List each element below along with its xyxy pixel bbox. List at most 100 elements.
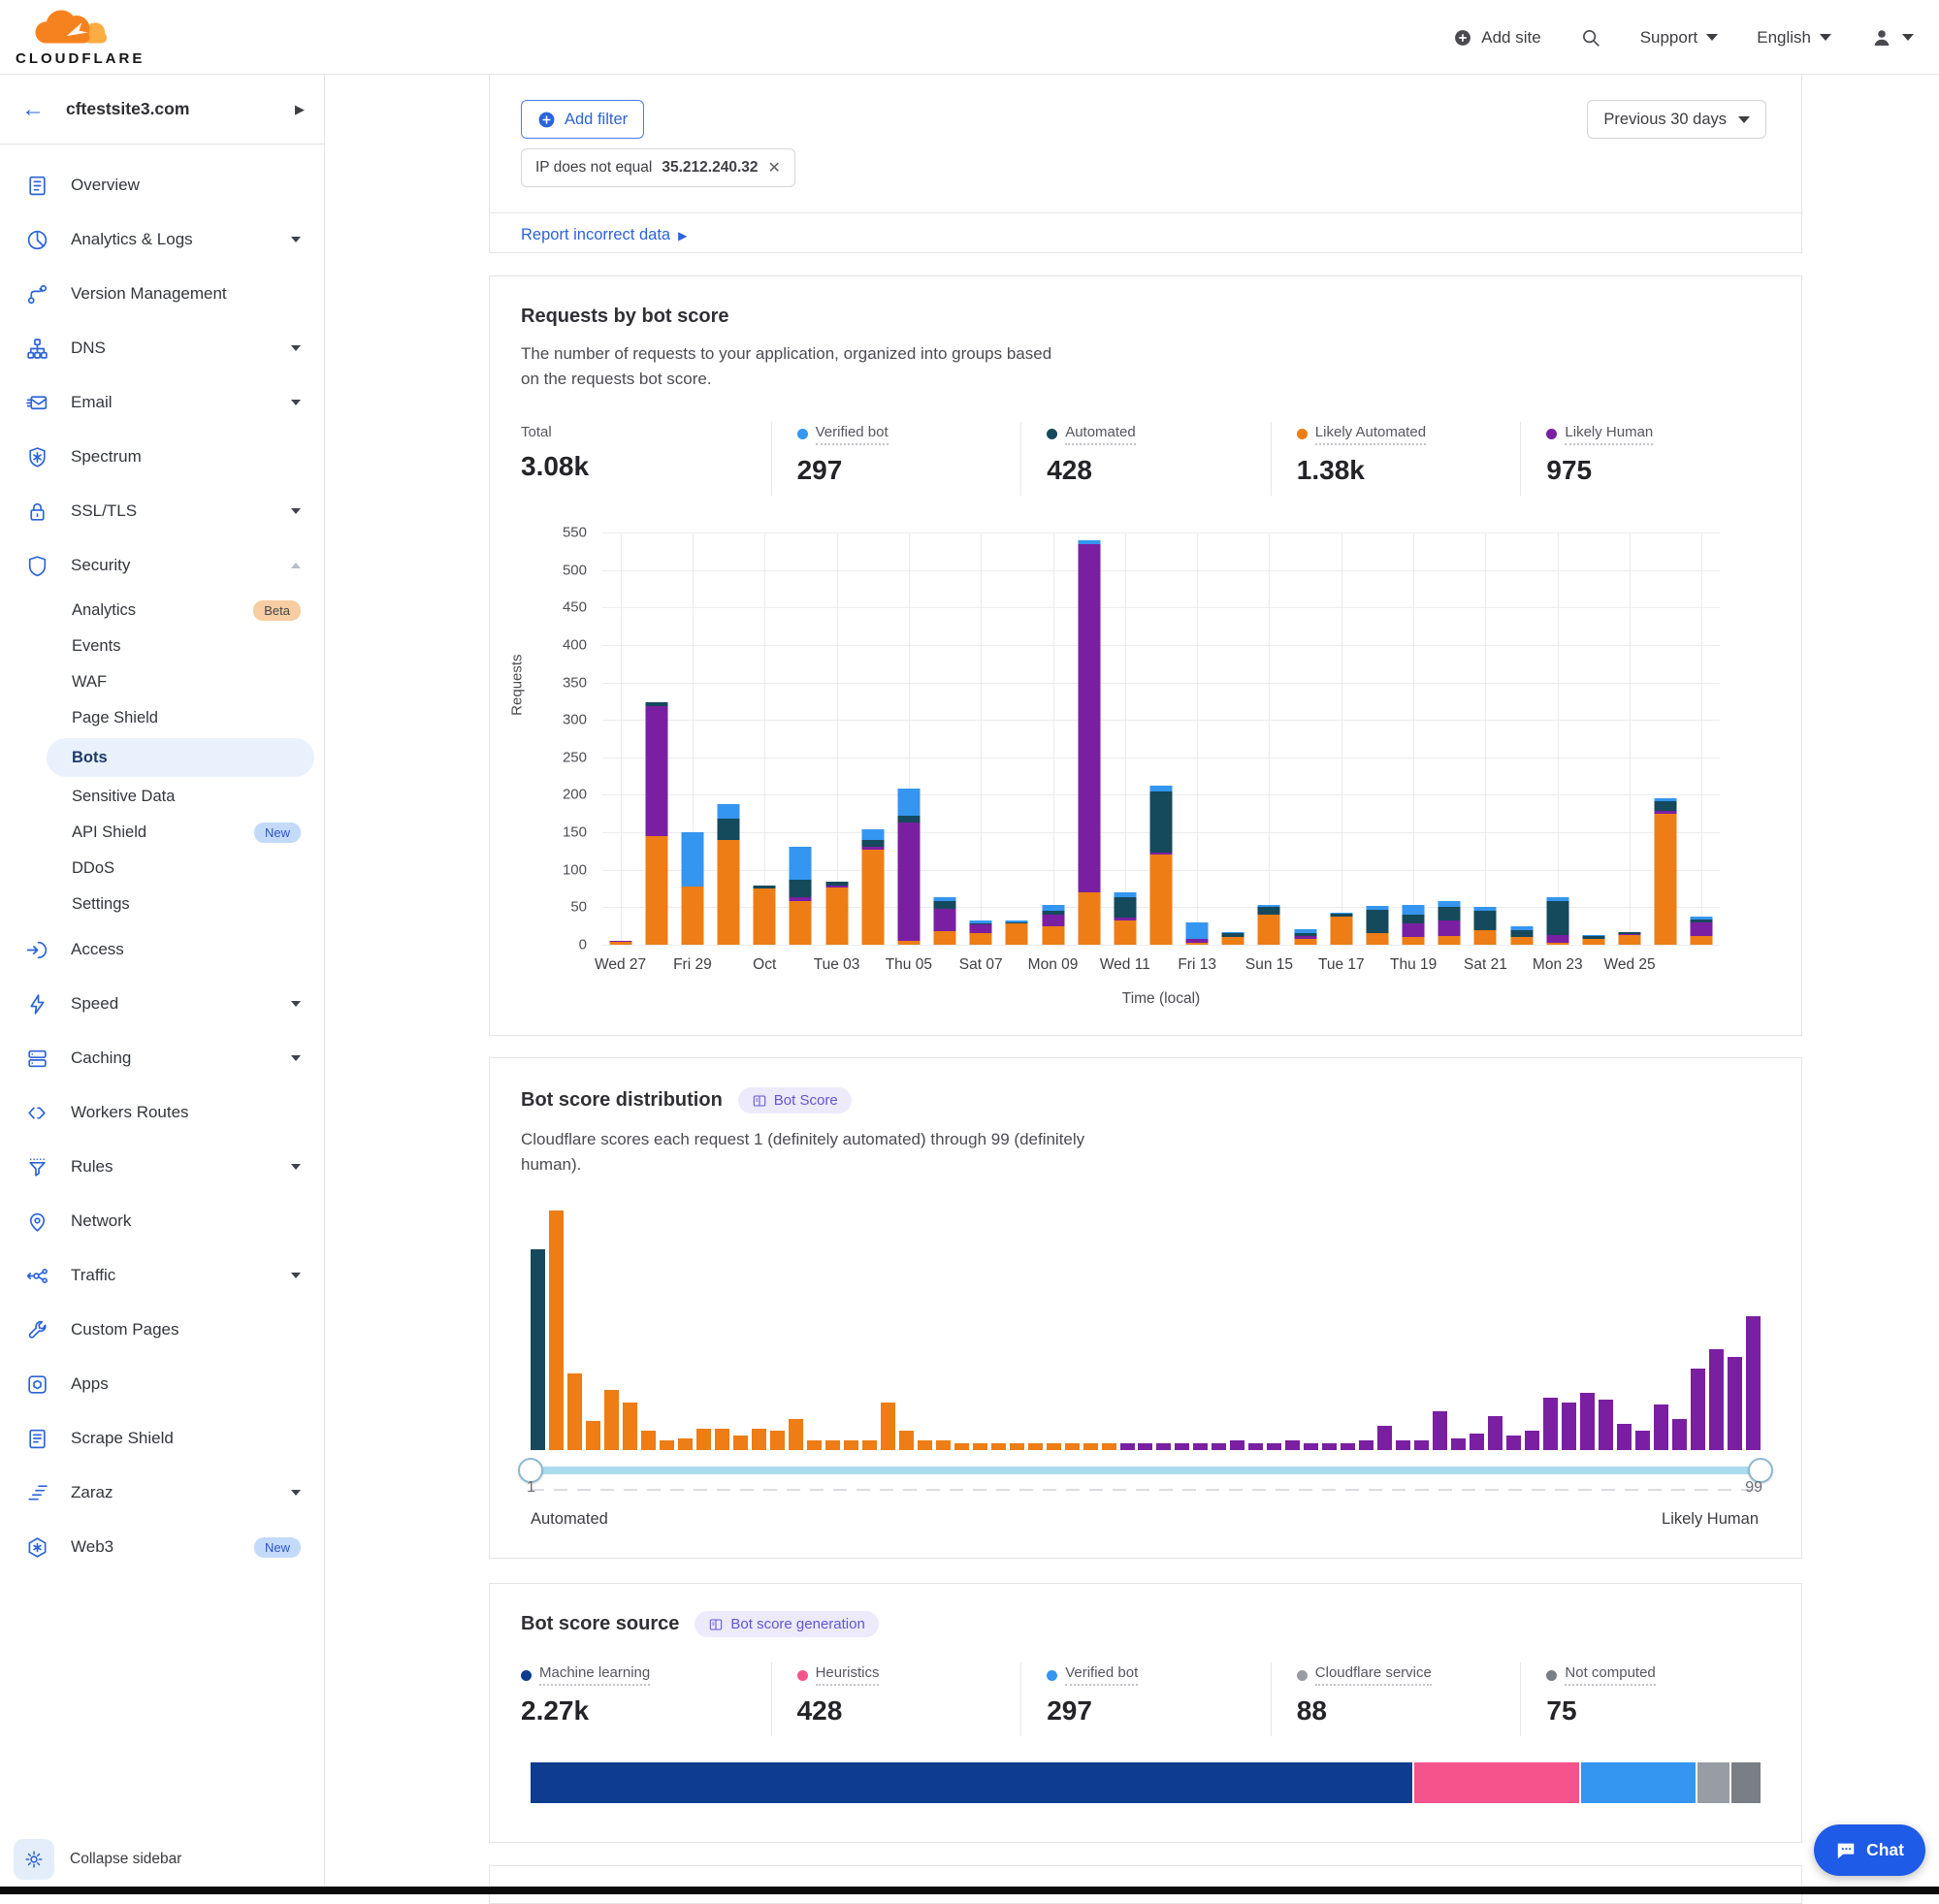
sidebar-item-dns[interactable]: DNS (0, 321, 324, 375)
account-menu[interactable] (1870, 26, 1914, 49)
sidebar-item-spectrum[interactable]: Spectrum (0, 430, 324, 484)
requests-by-bot-score-card: Requests by bot score The number of requ… (489, 275, 1802, 1036)
sidebar-item-traffic[interactable]: Traffic (0, 1248, 324, 1303)
stacked-bar[interactable] (1186, 922, 1209, 945)
sidebar-item-analytics-logs[interactable]: Analytics & Logs (0, 212, 324, 267)
sidebar-item-analytics[interactable]: AnalyticsBeta (0, 593, 324, 629)
sidebar-item-caching[interactable]: Caching (0, 1031, 324, 1085)
cloudflare-logo[interactable]: CLOUDFLARE (16, 4, 132, 67)
stacked-bar[interactable] (1403, 905, 1425, 945)
back-arrow-icon[interactable]: ← (21, 98, 45, 121)
stat-label[interactable]: Likely Human (1565, 424, 1653, 445)
sidebar-item-scrape-shield[interactable]: Scrape Shield (0, 1411, 324, 1466)
stat-label[interactable]: Likely Automated (1315, 424, 1426, 445)
y-tick-label: 150 (563, 824, 587, 841)
bar-segment-likely-human (1438, 920, 1461, 935)
stat-label[interactable]: Verified bot (816, 424, 889, 445)
sidebar-item-speed[interactable]: Speed (0, 977, 324, 1031)
stacked-bar[interactable] (1078, 540, 1100, 945)
bar-segment-automated (1366, 910, 1388, 934)
filter-chip[interactable]: IP does not equal 35.212.240.32 ✕ (521, 148, 795, 187)
stacked-bar[interactable] (1582, 935, 1604, 945)
sidebar-item-email[interactable]: Email (0, 375, 324, 430)
stacked-bar[interactable] (1691, 917, 1713, 945)
sidebar-item-ssl-tls[interactable]: SSL/TLS (0, 484, 324, 538)
stacked-bar[interactable] (790, 847, 812, 945)
stat-total: Total3.08k (521, 422, 771, 496)
sidebar-item-network[interactable]: Network (0, 1194, 324, 1248)
stacked-bar[interactable] (1619, 932, 1641, 945)
stacked-bar[interactable] (1510, 926, 1533, 945)
sidebar-item-custom-pages[interactable]: Custom Pages (0, 1303, 324, 1357)
stacked-bar[interactable] (1006, 920, 1028, 945)
stat-label[interactable]: Cloudflare service (1315, 1664, 1432, 1686)
sidebar-item-api-shield[interactable]: API ShieldNew (0, 815, 324, 851)
support-menu[interactable]: Support (1640, 28, 1719, 48)
stacked-bar[interactable] (754, 886, 776, 945)
sidebar-item-rules[interactable]: Rules (0, 1140, 324, 1194)
sidebar-item-page-shield[interactable]: Page Shield (0, 700, 324, 736)
stacked-bar[interactable] (861, 829, 884, 945)
add-site-button[interactable]: Add site (1453, 28, 1540, 48)
requests-chart-plot[interactable]: 050100150200250300350400450500550 (602, 532, 1720, 945)
stat-label[interactable]: Machine learning (539, 1664, 650, 1686)
stacked-bar[interactable] (897, 789, 920, 945)
stat-label[interactable]: Automated (1065, 424, 1136, 445)
date-range-select[interactable]: Previous 30 days (1587, 100, 1766, 139)
sidebar-item-bots[interactable]: Bots (47, 738, 314, 777)
score-range-slider[interactable] (531, 1467, 1761, 1474)
legend-dot (1047, 1670, 1057, 1681)
stacked-bar[interactable] (1330, 913, 1352, 945)
stat-label[interactable]: Heuristics (816, 1664, 880, 1686)
search-button[interactable] (1580, 27, 1601, 48)
distribution-histogram[interactable] (531, 1210, 1761, 1450)
new-badge: New (254, 1537, 301, 1558)
stacked-bar[interactable] (609, 941, 631, 945)
sidebar-item-security[interactable]: Security (0, 538, 324, 593)
remove-filter-icon[interactable]: ✕ (768, 158, 781, 177)
sidebar-item-zaraz[interactable]: Zaraz (0, 1466, 324, 1520)
sidebar-item-workers-routes[interactable]: Workers Routes (0, 1085, 324, 1140)
sidebar-item-sensitive-data[interactable]: Sensitive Data (0, 779, 324, 815)
stacked-bar[interactable] (1546, 897, 1568, 945)
language-menu[interactable]: English (1757, 28, 1831, 48)
settings-gear-button[interactable] (14, 1839, 54, 1880)
stacked-bar[interactable] (825, 882, 848, 945)
report-incorrect-data-link[interactable]: Report incorrect data ▶ (521, 226, 687, 244)
stacked-bar[interactable] (1294, 929, 1316, 945)
sidebar-item-overview[interactable]: Overview (0, 158, 324, 212)
stacked-bar[interactable] (718, 804, 740, 945)
stacked-bar[interactable] (934, 897, 956, 945)
sidebar-item-events[interactable]: Events (0, 629, 324, 664)
chat-button[interactable]: Chat (1814, 1824, 1925, 1876)
stacked-bar[interactable] (970, 920, 992, 945)
sidebar-item-web3[interactable]: Web3New (0, 1520, 324, 1574)
sidebar-item-access[interactable]: Access (0, 922, 324, 977)
stacked-bar[interactable] (645, 702, 667, 945)
stacked-bar[interactable] (1258, 905, 1280, 945)
bot-score-badge[interactable]: Bot Score (738, 1087, 852, 1113)
sidebar-item-waf[interactable]: WAF (0, 664, 324, 700)
bot-score-generation-badge[interactable]: Bot score generation (695, 1611, 878, 1637)
sidebar-item-settings[interactable]: Settings (0, 887, 324, 922)
chevron-right-icon[interactable]: ▶ (295, 102, 305, 117)
stacked-bar[interactable] (1150, 786, 1173, 945)
sidebar-item-ddos[interactable]: DDoS (0, 851, 324, 887)
slider-min-label: Automated (531, 1510, 608, 1529)
stat-label[interactable]: Not computed (1565, 1664, 1655, 1686)
sidebar-item-version-management[interactable]: Version Management (0, 267, 324, 321)
add-filter-button[interactable]: Add filter (521, 100, 644, 139)
stacked-bar[interactable] (1474, 907, 1497, 945)
collapse-sidebar-label[interactable]: Collapse sidebar (70, 1851, 181, 1868)
stacked-bar[interactable] (681, 832, 703, 945)
stat-label[interactable]: Verified bot (1065, 1664, 1138, 1686)
stacked-bar[interactable] (1438, 901, 1461, 945)
stacked-bar[interactable] (1222, 932, 1244, 945)
stacked-bar[interactable] (1655, 798, 1677, 945)
stacked-bar[interactable] (1042, 905, 1064, 945)
stacked-bar[interactable] (1366, 906, 1388, 945)
stacked-bar[interactable] (1114, 892, 1136, 945)
sidebar-item-apps[interactable]: Apps (0, 1357, 324, 1411)
gridline (1413, 532, 1414, 945)
bar-segment-likely-automated (1042, 926, 1064, 945)
